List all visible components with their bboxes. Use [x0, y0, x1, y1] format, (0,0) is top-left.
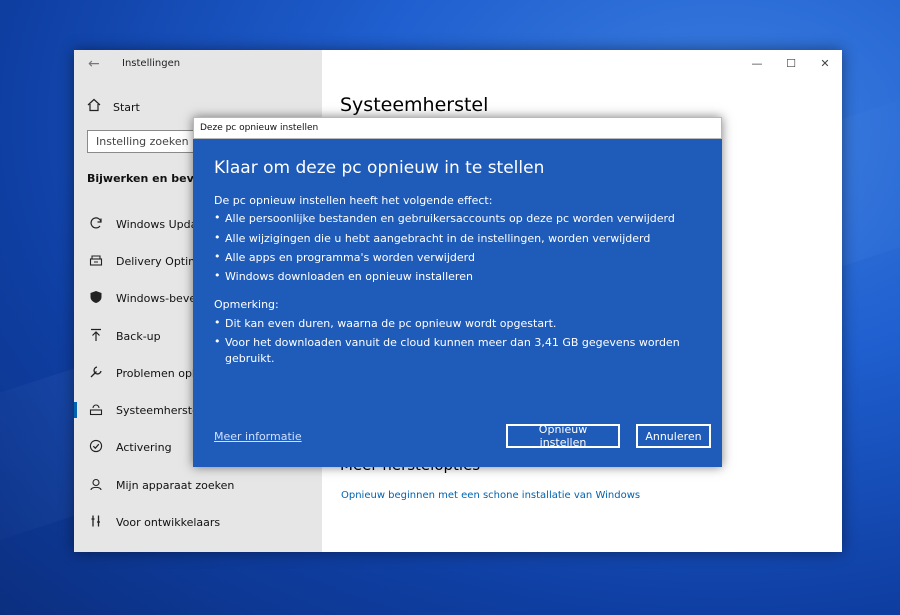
- backup-icon: [87, 328, 105, 345]
- dialog-intro: De pc opnieuw instellen heeft het volgen…: [214, 194, 493, 207]
- sidebar-item-home[interactable]: Start: [87, 98, 140, 116]
- check-circle-icon: [87, 439, 105, 456]
- effect-item: • Alle apps en programma's worden verwij…: [214, 250, 684, 266]
- bullet-icon: •: [214, 231, 221, 244]
- maximize-button[interactable]: ☐: [774, 50, 808, 76]
- effect-item: • Windows downloaden en opnieuw installe…: [214, 269, 684, 285]
- sidebar-item-developers[interactable]: Voor ontwikkelaars: [74, 510, 322, 534]
- sidebar-item-find-my-device[interactable]: Mijn apparaat zoeken: [74, 473, 322, 497]
- effect-text: Alle wijzigingen die u hebt aangebracht …: [225, 232, 651, 245]
- dialog-title: Deze pc opnieuw instellen: [200, 123, 319, 133]
- sidebar-item-label: Mijn apparaat zoeken: [116, 478, 235, 492]
- shield-icon: [87, 290, 105, 307]
- sidebar-item-label: Systeemherstel: [116, 403, 202, 417]
- page-title: Systeemherstel: [340, 94, 489, 116]
- note-label: Opmerking:: [214, 298, 279, 311]
- delivery-icon: [87, 253, 105, 270]
- sync-icon: [87, 216, 105, 233]
- note-item: • Dit kan even duren, waarna de pc opnie…: [214, 316, 684, 332]
- bullet-icon: •: [214, 335, 221, 348]
- sidebar-item-label: Voor ontwikkelaars: [116, 515, 221, 529]
- wrench-icon: [87, 365, 105, 382]
- reset-button[interactable]: Opnieuw instellen: [506, 423, 620, 449]
- sidebar-item-label: Activering: [116, 440, 172, 454]
- sidebar-titlebar: ← Instellingen: [74, 50, 322, 80]
- note-text: Dit kan even duren, waarna de pc opnieuw…: [225, 317, 557, 330]
- bullet-icon: •: [214, 250, 221, 263]
- note-text: Voor het downloaden vanuit de cloud kunn…: [225, 336, 680, 365]
- bullet-icon: •: [214, 211, 221, 224]
- effect-item: • Alle wijzigingen die u hebt aangebrach…: [214, 231, 684, 247]
- effect-item: • Alle persoonlijke bestanden en gebruik…: [214, 211, 684, 227]
- window-controls: — ☐ ✕: [740, 50, 842, 76]
- dialog-titlebar[interactable]: Deze pc opnieuw instellen: [193, 117, 722, 139]
- find-device-icon: [87, 477, 105, 494]
- effect-text: Windows downloaden en opnieuw installere…: [225, 270, 473, 283]
- back-arrow-icon[interactable]: ←: [88, 56, 100, 72]
- cancel-button[interactable]: Annuleren: [636, 424, 711, 448]
- bullet-icon: •: [214, 316, 221, 329]
- app-title: Instellingen: [122, 58, 181, 69]
- close-button[interactable]: ✕: [808, 50, 842, 76]
- reset-pc-dialog: Deze pc opnieuw instellen Klaar om deze …: [193, 117, 722, 467]
- sidebar-item-label: Start: [113, 100, 140, 114]
- note-item: • Voor het downloaden vanuit de cloud ku…: [214, 335, 684, 367]
- sidebar-item-label: Back-up: [116, 329, 161, 343]
- bullet-icon: •: [214, 269, 221, 282]
- minimize-button[interactable]: —: [740, 50, 774, 76]
- tools-icon: [87, 514, 105, 531]
- restore-icon: [87, 402, 105, 419]
- effect-text: Alle persoonlijke bestanden en gebruiker…: [225, 212, 675, 225]
- more-info-link[interactable]: Meer informatie: [214, 430, 302, 443]
- clean-install-link[interactable]: Opnieuw beginnen met een schone installa…: [341, 490, 640, 501]
- home-icon: [87, 98, 105, 116]
- effect-text: Alle apps en programma's worden verwijde…: [225, 251, 475, 264]
- dialog-heading: Klaar om deze pc opnieuw in te stellen: [214, 158, 545, 178]
